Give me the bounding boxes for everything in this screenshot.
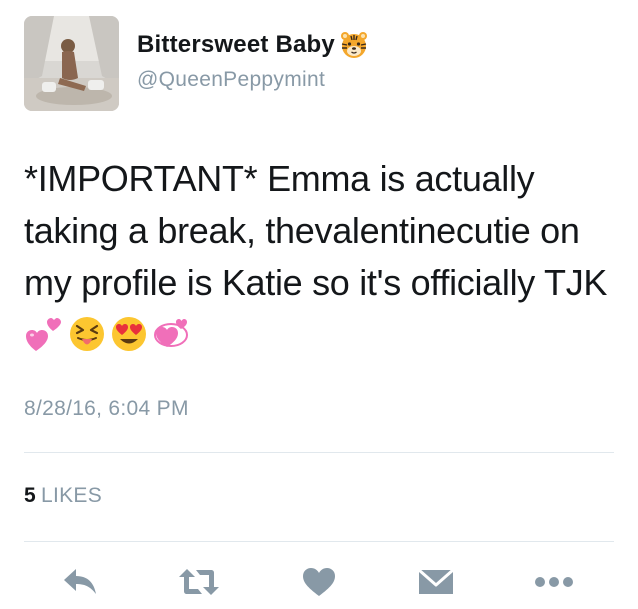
heart-eyes-face-emoji-icon [112,317,146,351]
more-button[interactable] [532,560,576,604]
revolving-hearts-emoji-icon [154,319,188,347]
squinting-tongue-face-emoji-icon [70,317,104,351]
retweet-button[interactable] [177,560,221,604]
retweet-icon [179,569,219,595]
likes-count: 5 [24,484,36,507]
divider [24,452,614,453]
tweet-text-content: *IMPORTANT* Emma is actually taking a br… [24,158,608,303]
likes-label: LIKES [40,484,103,507]
tweet-detail: Bittersweet Baby @QueenPeppymint *IMPORT… [0,0,638,609]
two-hearts-emoji-icon [26,318,61,351]
avatar[interactable] [24,16,119,111]
direct-message-button[interactable] [414,560,458,604]
tweet-timestamp[interactable]: 8/28/16, 6:04 PM [24,397,189,421]
divider [24,541,614,542]
user-name-row[interactable]: Bittersweet Baby [137,30,369,60]
reply-button[interactable] [59,560,103,604]
like-button[interactable] [297,560,341,604]
more-dots-icon [535,577,573,587]
likes-stat[interactable]: 5 LIKES [24,484,102,508]
tiger-face-emoji-icon [340,32,367,58]
user-handle[interactable]: @QueenPeppymint [137,68,325,92]
reply-icon [64,569,96,594]
heart-icon [303,568,335,596]
emoji-row [26,315,190,353]
display-name[interactable]: Bittersweet Baby [137,31,335,59]
tweet-text: *IMPORTANT* Emma is actually taking a br… [24,153,624,361]
envelope-icon [418,568,454,594]
action-bar [0,560,638,604]
